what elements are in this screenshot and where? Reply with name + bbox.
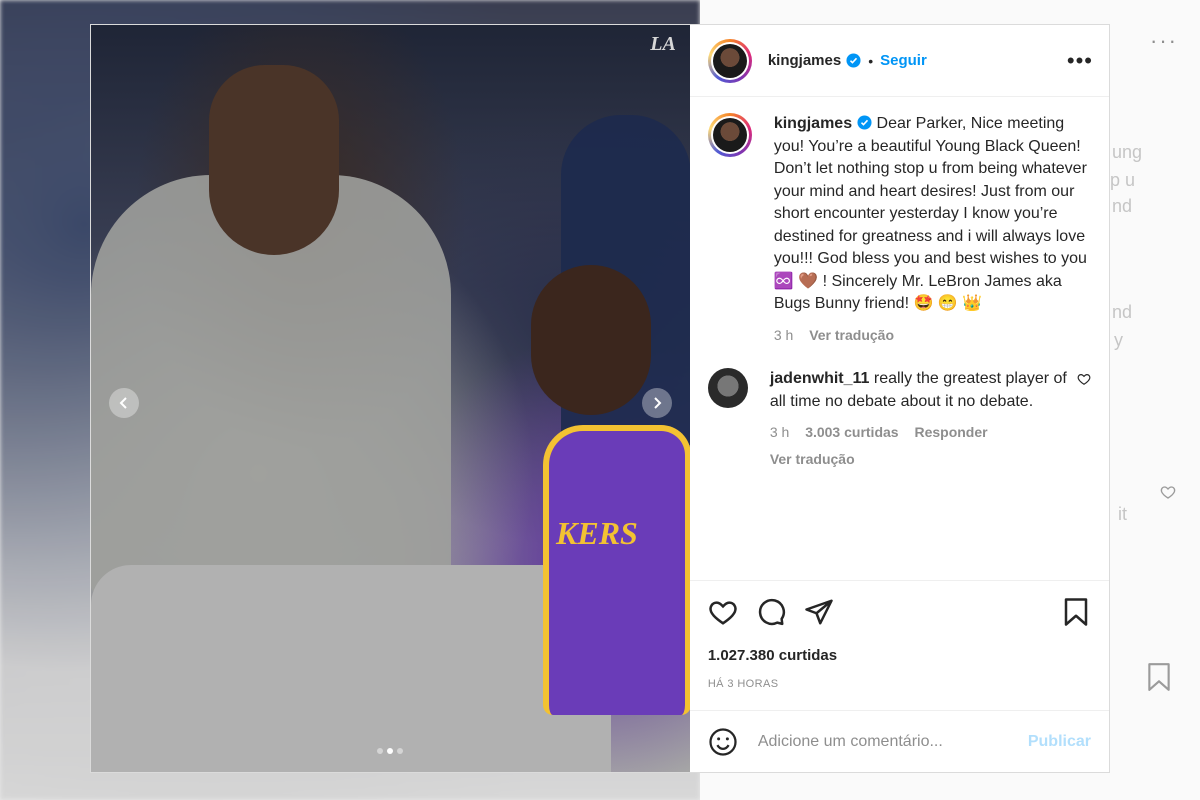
jersey-lettering: KERS xyxy=(556,515,638,551)
team-logo: LA xyxy=(650,33,676,55)
chevron-right-icon xyxy=(654,397,662,409)
post-modal: KERS LA kingjames • Seguir ••• kingjames… xyxy=(90,24,1110,773)
caption-username[interactable]: kingjames xyxy=(774,115,852,132)
comment-likes[interactable]: 3.003 curtidas xyxy=(805,424,898,440)
ghost-text: nd xyxy=(1112,196,1133,216)
add-comment-bar: Publicar xyxy=(689,710,1109,772)
carousel-next-button[interactable] xyxy=(641,388,672,418)
likes-count[interactable]: 1.027.380 curtidas xyxy=(708,647,1091,664)
carousel-dot xyxy=(397,748,404,754)
more-options-icon[interactable]: ··· xyxy=(1150,28,1178,54)
caption: kingjames Dear Parker, Nice meeting you!… xyxy=(707,113,1092,346)
separator-dot: • xyxy=(868,52,874,69)
translate-link[interactable]: Ver tradução xyxy=(770,451,855,467)
ghost-text: it xyxy=(1118,504,1127,524)
photo-girl-head xyxy=(531,265,651,415)
photo-man-pants xyxy=(91,565,611,772)
more-options-icon[interactable]: ••• xyxy=(1067,49,1093,72)
comment-time[interactable]: 3 h xyxy=(770,424,789,440)
caption-time[interactable]: 3 h xyxy=(774,327,793,343)
bookmark-icon xyxy=(1148,663,1170,691)
carousel-dot xyxy=(387,748,394,754)
post-actions: 1.027.380 curtidas HÁ 3 HORAS xyxy=(690,581,1109,690)
verified-badge-icon xyxy=(857,115,872,130)
ghost-text: ung xyxy=(1112,142,1143,162)
post-header: kingjames • Seguir ••• xyxy=(689,25,1109,97)
verified-badge-icon xyxy=(846,53,861,68)
comment-icon[interactable] xyxy=(756,597,786,627)
publish-button[interactable]: Publicar xyxy=(1028,733,1091,751)
avatar[interactable] xyxy=(707,113,752,157)
carousel-dot xyxy=(377,748,384,754)
post-sidebar: kingjames • Seguir ••• kingjames Dear Pa… xyxy=(689,25,1109,772)
profile-photo xyxy=(712,43,747,78)
heart-icon xyxy=(1160,486,1176,499)
comments-section: kingjames Dear Parker, Nice meeting you!… xyxy=(689,97,1109,581)
post-timestamp: HÁ 3 HORAS xyxy=(707,678,779,690)
carousel-indicator xyxy=(91,748,690,754)
profile-photo xyxy=(712,118,747,152)
username-link[interactable]: kingjames xyxy=(768,52,841,69)
share-icon[interactable] xyxy=(804,597,834,627)
caption-text: Dear Parker, Nice meeting you! You’re a … xyxy=(773,115,1092,312)
translate-link[interactable]: Ver tradução xyxy=(809,327,894,343)
chevron-left-icon xyxy=(119,397,127,409)
follow-button[interactable]: Seguir xyxy=(880,52,927,69)
comment-input[interactable] xyxy=(755,731,1028,752)
avatar[interactable] xyxy=(707,368,748,408)
ghost-text: nd xyxy=(1112,302,1133,322)
bookmark-icon[interactable] xyxy=(1061,597,1091,627)
ghost-text: y xyxy=(1114,330,1123,350)
reply-button[interactable]: Responder xyxy=(914,424,987,440)
photo-man-head xyxy=(209,65,339,255)
avatar[interactable] xyxy=(707,38,752,83)
like-comment-heart-icon[interactable] xyxy=(1077,372,1091,386)
carousel-prev-button[interactable] xyxy=(109,388,139,418)
comment-item: jadenwhit_11 really the greatest player … xyxy=(707,368,1091,470)
ghost-text: p u xyxy=(1110,170,1136,190)
comment-username[interactable]: jadenwhit_11 xyxy=(770,370,870,387)
photo-girl-jersey xyxy=(543,425,690,715)
post-media[interactable]: KERS LA xyxy=(91,25,690,772)
heart-icon[interactable] xyxy=(708,597,738,627)
emoji-icon[interactable] xyxy=(708,727,738,757)
